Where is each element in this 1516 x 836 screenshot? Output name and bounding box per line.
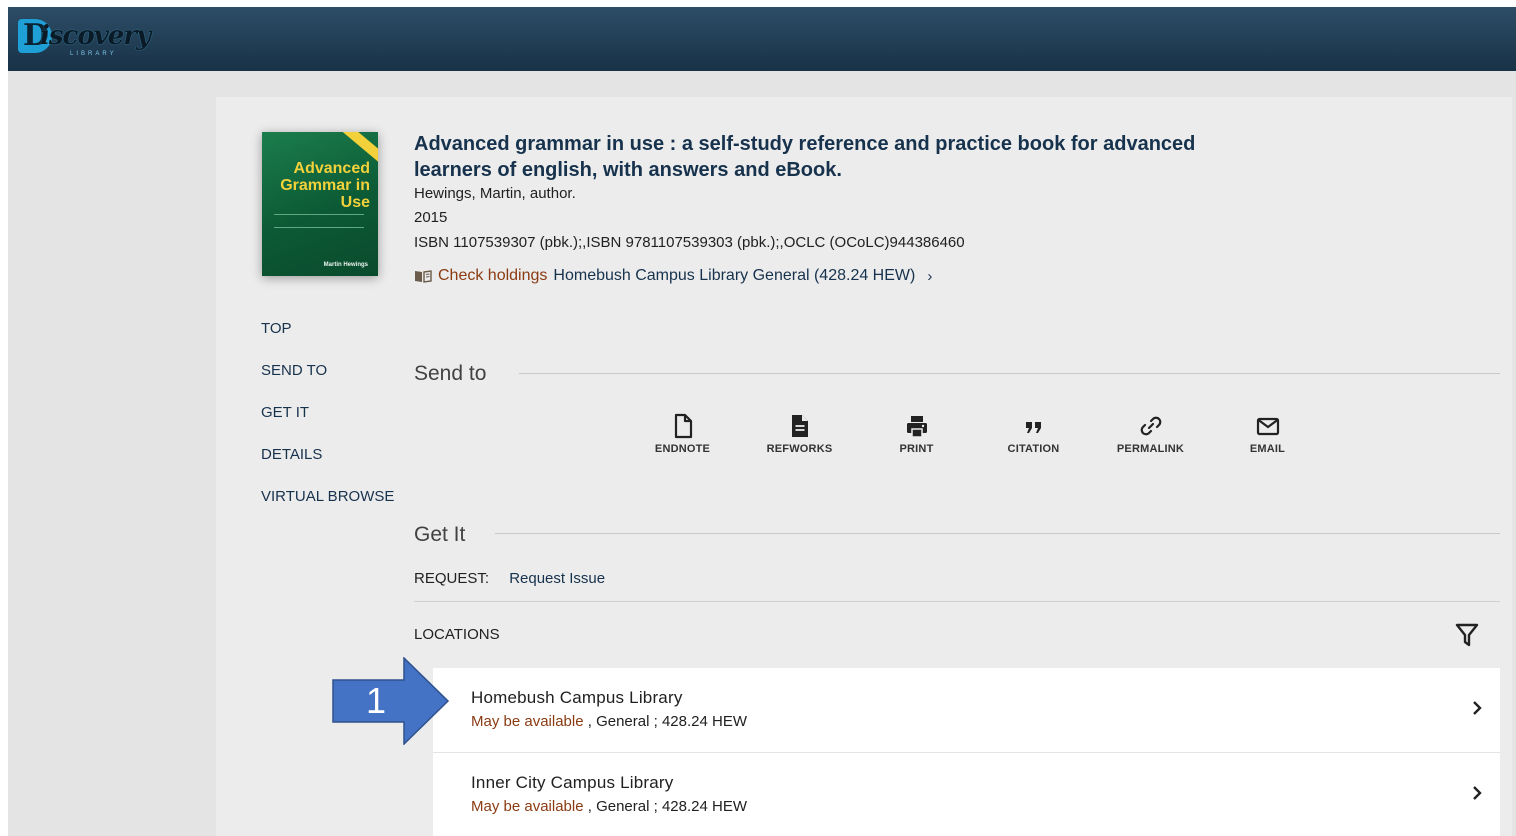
logo-text: iscovery xyxy=(40,21,151,51)
logo-subtext: LIBRARY xyxy=(70,51,117,57)
refworks-button[interactable]: REFWORKS xyxy=(741,413,858,455)
discovery-logo[interactable]: D iscovery LIBRARY xyxy=(18,19,151,61)
request-label: REQUEST: xyxy=(414,570,490,587)
record-year: 2015 xyxy=(414,209,448,226)
send-to-heading: Send to xyxy=(414,362,487,385)
document-outline-icon xyxy=(674,413,692,439)
check-holdings-label: Check holdings xyxy=(438,267,548,284)
nav-top[interactable]: TOP xyxy=(261,318,394,360)
email-button[interactable]: EMAIL xyxy=(1209,413,1326,455)
record-author: Hewings, Martin, author. xyxy=(414,185,576,202)
get-it-heading: Get It xyxy=(414,523,466,546)
printer-icon xyxy=(906,416,927,438)
print-button[interactable]: PRINT xyxy=(858,413,975,455)
location-name: Inner City Campus Library xyxy=(471,773,674,792)
availability-status: May be available xyxy=(471,713,584,730)
link-icon xyxy=(1140,416,1161,436)
request-issue-link[interactable]: Request Issue xyxy=(509,570,605,587)
nav-virtual-browse[interactable]: VIRTUAL BROWSE xyxy=(261,486,394,528)
location-name: Homebush Campus Library xyxy=(471,688,683,707)
chevron-right-icon xyxy=(1473,786,1482,800)
annotation-arrow-icon xyxy=(332,657,450,745)
document-filled-icon xyxy=(791,415,808,437)
book-cover[interactable]: Advanced Grammar in Use Martin Hewings xyxy=(262,132,378,276)
location-item-homebush[interactable]: Homebush Campus Library May be available… xyxy=(433,668,1500,753)
envelope-icon xyxy=(1256,417,1279,436)
nav-get-it[interactable]: GET IT xyxy=(261,402,394,444)
request-row: REQUEST: Request Issue xyxy=(414,570,605,587)
location-status: May be available , General ; 428.24 HEW xyxy=(471,713,747,730)
permalink-button[interactable]: PERMALINK xyxy=(1092,413,1209,455)
print-label: PRINT xyxy=(899,443,934,455)
nav-send-to[interactable]: SEND TO xyxy=(261,360,394,402)
location-detail: , General ; 428.24 HEW xyxy=(583,798,747,815)
cover-title: Advanced Grammar in Use xyxy=(280,160,370,211)
annotation-number: 1 xyxy=(366,680,387,721)
section-nav: TOP SEND TO GET IT DETAILS VIRTUAL BROWS… xyxy=(261,318,394,528)
citation-button[interactable]: CITATION xyxy=(975,413,1092,455)
cover-author: Martin Hewings xyxy=(323,262,368,268)
record-title[interactable]: Advanced grammar in use : a self-study r… xyxy=(414,131,1214,183)
cover-decoration xyxy=(274,214,364,228)
send-to-divider xyxy=(519,373,1500,374)
check-holdings-link[interactable]: Check holdings Homebush Campus Library G… xyxy=(414,267,932,285)
send-to-actions: ENDNOTE REFWORKS PRINT CITATION PERMALIN… xyxy=(624,413,1326,455)
app-header: D iscovery LIBRARY xyxy=(8,7,1516,71)
get-it-divider xyxy=(495,533,1500,534)
email-label: EMAIL xyxy=(1249,443,1286,455)
endnote-label: ENDNOTE xyxy=(654,443,711,455)
chevron-right-icon xyxy=(1473,701,1482,715)
open-book-icon xyxy=(415,270,432,283)
refworks-label: REFWORKS xyxy=(766,443,833,455)
record-identifiers: ISBN 1107539307 (pbk.);,ISBN 97811075393… xyxy=(414,234,965,251)
location-status: May be available , General ; 428.24 HEW xyxy=(471,798,747,815)
chevron-right-icon: › xyxy=(927,267,933,285)
endnote-button[interactable]: ENDNOTE xyxy=(624,413,741,455)
holdings-location: Homebush Campus Library General (428.24 … xyxy=(553,267,916,284)
availability-status: May be available xyxy=(471,798,584,815)
request-divider xyxy=(414,601,1500,602)
filter-icon[interactable] xyxy=(1455,622,1479,648)
citation-label: CITATION xyxy=(1007,443,1060,455)
location-item-inner-city[interactable]: Inner City Campus Library May be availab… xyxy=(433,753,1500,836)
location-detail: , General ; 428.24 HEW xyxy=(583,713,747,730)
nav-details[interactable]: DETAILS xyxy=(261,444,394,486)
permalink-label: PERMALINK xyxy=(1116,443,1185,455)
quote-icon xyxy=(1025,422,1041,433)
locations-label: LOCATIONS xyxy=(414,626,500,643)
